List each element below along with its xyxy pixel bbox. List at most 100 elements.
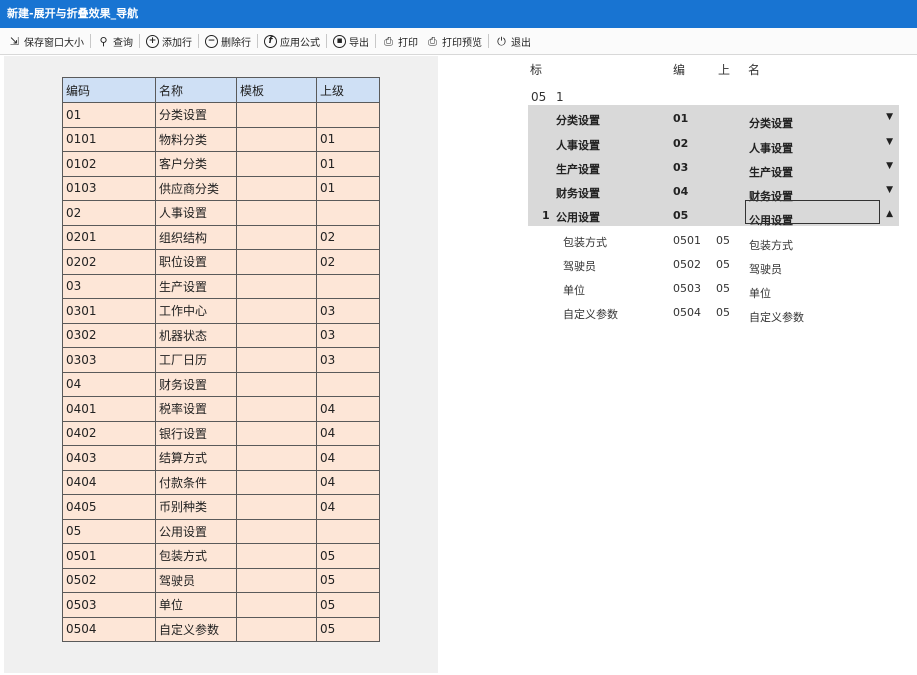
nav-child-code[interactable]: 0503 (673, 282, 701, 295)
code-cell[interactable]: 0401 (62, 396, 156, 422)
table-row[interactable]: 02 人事设置 (62, 200, 380, 226)
nav-child-name[interactable]: 单位 (749, 285, 771, 301)
code-cell[interactable]: 0201 (62, 224, 156, 250)
parent-cell[interactable]: 03 (316, 298, 380, 324)
code-cell[interactable]: 0503 (62, 592, 156, 618)
template-cell[interactable] (236, 249, 317, 275)
parent-cell[interactable] (316, 200, 380, 226)
table-row[interactable]: 0402 银行设置 04 (62, 420, 380, 446)
parent-cell[interactable]: 01 (316, 151, 380, 177)
template-cell[interactable] (236, 592, 317, 618)
parent-cell[interactable] (316, 371, 380, 397)
name-cell[interactable]: 供应商分类 (155, 175, 237, 201)
parent-cell[interactable]: 04 (316, 420, 380, 446)
parent-cell[interactable] (316, 102, 380, 128)
table-row[interactable]: 0503 单位 05 (62, 592, 380, 618)
table-row[interactable]: 0502 驾驶员 05 (62, 567, 380, 593)
column-header-code[interactable]: 编码 (62, 77, 156, 103)
query-button[interactable]: ⚲ 查询 (93, 31, 137, 51)
parent-cell[interactable]: 04 (316, 445, 380, 471)
parent-cell[interactable]: 05 (316, 592, 380, 618)
name-cell[interactable]: 职位设置 (155, 249, 237, 275)
template-cell[interactable] (236, 273, 317, 299)
nav-group-row[interactable]: 人事设置 02 人事设置 ▼ (528, 132, 899, 156)
nav-child-parent[interactable]: 05 (716, 258, 730, 271)
name-cell[interactable]: 银行设置 (155, 420, 237, 446)
table-row[interactable]: 0201 组织结构 02 (62, 224, 380, 250)
table-row[interactable]: 0401 税率设置 04 (62, 396, 380, 422)
name-cell[interactable]: 工厂日历 (155, 347, 237, 373)
code-cell[interactable]: 0501 (62, 543, 156, 569)
parent-cell[interactable]: 01 (316, 175, 380, 201)
table-row[interactable]: 0301 工作中心 03 (62, 298, 380, 324)
code-cell[interactable]: 02 (62, 200, 156, 226)
table-row[interactable]: 0103 供应商分类 01 (62, 175, 380, 201)
table-row[interactable]: 0202 职位设置 02 (62, 249, 380, 275)
table-row[interactable]: 01 分类设置 (62, 102, 380, 128)
template-cell[interactable] (236, 102, 317, 128)
nav-child-name[interactable]: 包装方式 (749, 237, 793, 253)
table-row[interactable]: 05 公用设置 (62, 518, 380, 544)
name-cell[interactable]: 税率设置 (155, 396, 237, 422)
name-cell[interactable]: 生产设置 (155, 273, 237, 299)
name-cell[interactable]: 财务设置 (155, 371, 237, 397)
parent-cell[interactable]: 03 (316, 322, 380, 348)
table-row[interactable]: 0101 物料分类 01 (62, 126, 380, 152)
code-cell[interactable]: 04 (62, 371, 156, 397)
code-cell[interactable]: 05 (62, 518, 156, 544)
name-cell[interactable]: 结算方式 (155, 445, 237, 471)
delete-row-button[interactable]: − 删除行 (201, 31, 255, 51)
code-cell[interactable]: 0101 (62, 126, 156, 152)
code-cell[interactable]: 0405 (62, 494, 156, 520)
parent-cell[interactable]: 05 (316, 543, 380, 569)
table-row[interactable]: 0501 包装方式 05 (62, 543, 380, 569)
table-row[interactable]: 0403 结算方式 04 (62, 445, 380, 471)
name-cell[interactable]: 单位 (155, 592, 237, 618)
parent-cell[interactable] (316, 518, 380, 544)
parent-cell[interactable]: 05 (316, 567, 380, 593)
column-header-template[interactable]: 模板 (236, 77, 317, 103)
code-cell[interactable]: 0103 (62, 175, 156, 201)
parent-cell[interactable]: 04 (316, 396, 380, 422)
collapse-arrow-icon[interactable]: ▲ (886, 209, 893, 219)
table-row[interactable]: 0405 币别种类 04 (62, 494, 380, 520)
table-row[interactable]: 0303 工厂日历 03 (62, 347, 380, 373)
name-cell[interactable]: 驾驶员 (155, 567, 237, 593)
template-cell[interactable] (236, 445, 317, 471)
code-cell[interactable]: 0403 (62, 445, 156, 471)
name-cell[interactable]: 付款条件 (155, 469, 237, 495)
add-row-button[interactable]: + 添加行 (142, 31, 196, 51)
parent-cell[interactable] (316, 273, 380, 299)
template-cell[interactable] (236, 126, 317, 152)
nav-child-name[interactable]: 驾驶员 (749, 261, 782, 277)
template-cell[interactable] (236, 494, 317, 520)
code-cell[interactable]: 01 (62, 102, 156, 128)
column-header-name[interactable]: 名称 (155, 77, 237, 103)
parent-cell[interactable]: 01 (316, 126, 380, 152)
template-cell[interactable] (236, 616, 317, 642)
template-cell[interactable] (236, 371, 317, 397)
column-header-parent[interactable]: 上级 (316, 77, 380, 103)
parent-cell[interactable]: 02 (316, 224, 380, 250)
name-cell[interactable]: 物料分类 (155, 126, 237, 152)
name-cell[interactable]: 工作中心 (155, 298, 237, 324)
print-button[interactable]: ⎙ 打印 (378, 31, 422, 51)
print-preview-button[interactable]: ⎙ 打印预览 (422, 31, 486, 51)
expand-arrow-icon[interactable]: ▼ (886, 112, 893, 122)
expand-arrow-icon[interactable]: ▼ (886, 185, 893, 195)
export-button[interactable]: ▪ 导出 (329, 31, 373, 51)
parent-cell[interactable]: 03 (316, 347, 380, 373)
parent-cell[interactable]: 05 (316, 616, 380, 642)
nav-child-code[interactable]: 0504 (673, 306, 701, 319)
table-row[interactable]: 03 生产设置 (62, 273, 380, 299)
code-cell[interactable]: 0303 (62, 347, 156, 373)
selected-cell-editor[interactable] (745, 200, 880, 224)
template-cell[interactable] (236, 347, 317, 373)
nav-child-label[interactable]: 单位 (563, 282, 585, 298)
nav-child-code[interactable]: 0502 (673, 258, 701, 271)
exit-button[interactable]: ⏻ 退出 (491, 31, 535, 51)
expand-arrow-icon[interactable]: ▼ (886, 161, 893, 171)
nav-child-label[interactable]: 自定义参数 (563, 306, 618, 322)
table-row[interactable]: 0504 自定义参数 05 (62, 616, 380, 642)
apply-formula-button[interactable]: f 应用公式 (260, 31, 324, 51)
